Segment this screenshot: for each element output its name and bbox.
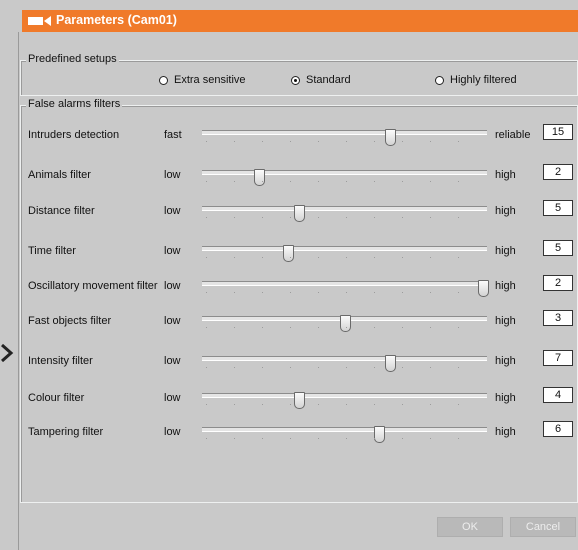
radio-label: Standard [306, 74, 351, 86]
slider-min-label: low [164, 280, 181, 292]
filter-slider[interactable] [202, 426, 487, 443]
title-bar: Parameters (Cam01) [22, 10, 578, 32]
filter-slider[interactable] [202, 280, 489, 297]
filter-value-box[interactable]: 2 [543, 275, 573, 291]
filter-slider[interactable] [202, 245, 487, 262]
slider-ticks [206, 257, 486, 258]
filter-value-box[interactable]: 5 [543, 200, 573, 216]
slider-min-label: low [164, 315, 181, 327]
slider-max-label: high [495, 355, 516, 367]
radio-highly-filtered[interactable]: Highly filtered [435, 74, 517, 86]
slider-thumb[interactable] [293, 392, 305, 409]
slider-ticks [206, 141, 486, 142]
filter-label: Distance filter [28, 205, 95, 217]
camera-icon [28, 16, 51, 26]
filter-label: Colour filter [28, 392, 85, 404]
filter-value-box[interactable]: 3 [543, 310, 573, 326]
filter-value-box[interactable]: 15 [543, 124, 573, 140]
slider-thumb[interactable] [477, 280, 489, 297]
slider-max-label: high [495, 169, 516, 181]
filter-row: Intruders detection fast reliable 15 [28, 124, 578, 148]
slider-min-label: low [164, 245, 181, 257]
slider-ticks [206, 438, 486, 439]
filter-slider[interactable] [202, 355, 487, 372]
slider-ticks [206, 217, 486, 218]
filter-slider[interactable] [202, 392, 487, 409]
filter-slider[interactable] [202, 315, 487, 332]
slider-thumb[interactable] [293, 205, 305, 222]
filter-row: Oscillatory movement filter low high 2 [28, 275, 578, 299]
slider-thumb[interactable] [339, 315, 351, 332]
slider-max-label: high [495, 205, 516, 217]
radio-button[interactable] [435, 75, 444, 85]
filter-row: Animals filter low high 2 [28, 164, 578, 188]
chevron-right-icon [1, 343, 14, 363]
slider-min-label: low [164, 355, 181, 367]
slider-ticks [206, 367, 486, 368]
slider-ticks [206, 327, 486, 328]
filter-slider[interactable] [202, 169, 487, 186]
slider-max-label: high [495, 245, 516, 257]
slider-max-label: high [495, 392, 516, 404]
filter-value-box[interactable]: 7 [543, 350, 573, 366]
predefined-setups-group: Predefined setups Extra sensitive Standa… [20, 53, 578, 96]
slider-max-label: high [495, 315, 516, 327]
filter-row: Time filter low high 5 [28, 240, 578, 264]
slider-ticks [206, 292, 486, 293]
slider-thumb[interactable] [282, 245, 294, 262]
filter-row: Tampering filter low high 6 [28, 421, 578, 445]
radio-standard[interactable]: Standard [291, 74, 351, 86]
filter-label: Animals filter [28, 169, 91, 181]
filter-slider[interactable] [202, 129, 487, 146]
radio-button-selected[interactable] [291, 75, 300, 85]
filter-row: Fast objects filter low high 3 [28, 310, 578, 334]
slider-min-label: low [164, 169, 181, 181]
slider-min-label: low [164, 426, 181, 438]
filter-label: Oscillatory movement filter [28, 280, 158, 292]
false-alarms-filters-legend: False alarms filters [26, 98, 123, 110]
slider-ticks [206, 181, 486, 182]
radio-extra-sensitive[interactable]: Extra sensitive [159, 74, 246, 86]
slider-thumb[interactable] [254, 169, 265, 186]
slider-thumb[interactable] [373, 426, 385, 443]
filter-value-box[interactable]: 4 [543, 387, 573, 403]
ok-button[interactable]: OK [437, 517, 503, 537]
slider-min-label: low [164, 205, 181, 217]
filter-slider[interactable] [202, 205, 487, 222]
filter-row: Distance filter low high 5 [28, 200, 578, 224]
slider-max-label: high [495, 426, 516, 438]
slider-thumb[interactable] [385, 129, 397, 146]
filter-label: Intruders detection [28, 129, 120, 141]
slider-min-label: low [164, 392, 181, 404]
filter-value-box[interactable]: 6 [543, 421, 573, 437]
window-title: Parameters (Cam01) [56, 13, 177, 27]
filter-label: Time filter [28, 245, 76, 257]
radio-label: Extra sensitive [174, 74, 246, 86]
slider-ticks [206, 404, 486, 405]
predefined-setups-legend: Predefined setups [26, 53, 119, 65]
slider-min-label: fast [164, 129, 182, 141]
filter-row: Intensity filter low high 7 [28, 350, 578, 374]
filter-value-box[interactable]: 2 [543, 164, 573, 180]
slider-thumb[interactable] [385, 355, 397, 372]
filter-label: Fast objects filter [28, 315, 112, 327]
slider-max-label: reliable [495, 129, 531, 141]
filter-label: Intensity filter [28, 355, 93, 367]
filter-label: Tampering filter [28, 426, 104, 438]
slider-max-label: high [495, 280, 516, 292]
filter-value-box[interactable]: 5 [543, 240, 573, 256]
filter-row: Colour filter low high 4 [28, 387, 578, 411]
radio-button[interactable] [159, 75, 168, 85]
radio-label: Highly filtered [450, 74, 517, 86]
cancel-button[interactable]: Cancel [510, 517, 576, 537]
